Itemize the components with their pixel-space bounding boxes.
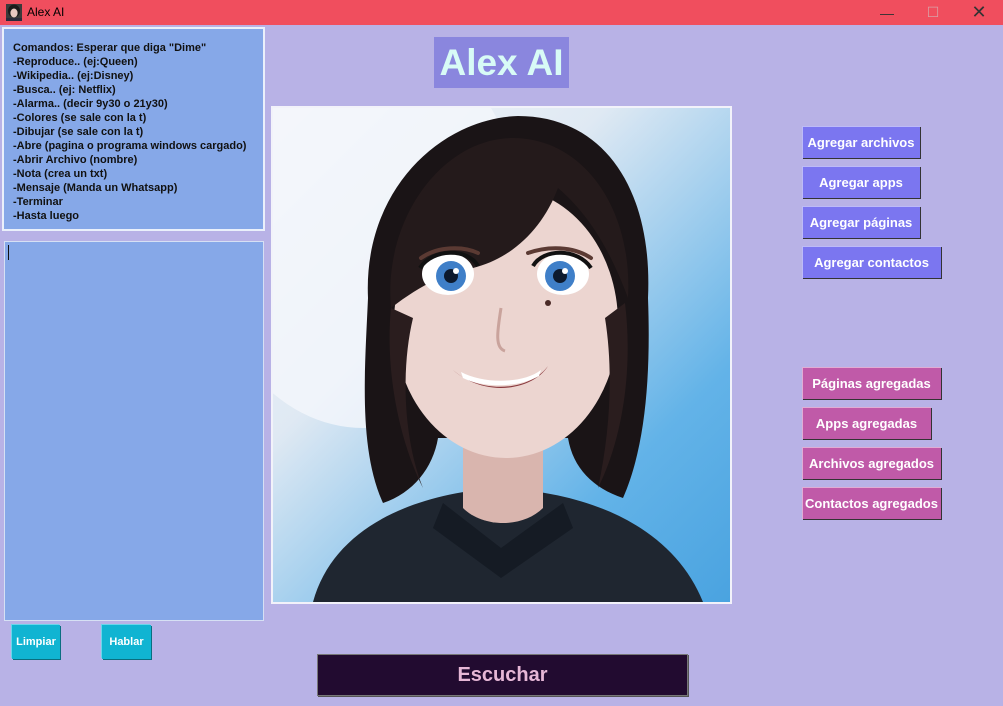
added-files-button[interactable]: Archivos agregados (802, 447, 941, 479)
commands-line: -Mensaje (Manda un Whatsapp) (13, 182, 178, 194)
commands-line: -Alarma.. (decir 9y30 o 21y30) (13, 98, 168, 110)
commands-line: -Terminar (13, 196, 63, 208)
commands-line: -Abre (pagina o programa windows cargado… (13, 140, 247, 152)
commands-panel: Comandos: Esperar que diga "Dime" -Repro… (2, 27, 265, 231)
commands-line: -Hasta luego (13, 210, 80, 222)
window-title: Alex AI (27, 5, 65, 19)
chat-text-area[interactable] (4, 241, 264, 621)
clear-button[interactable]: Limpiar (12, 625, 60, 659)
add-pages-button[interactable]: Agregar páginas (802, 206, 920, 238)
added-pages-button[interactable]: Páginas agregadas (802, 367, 941, 399)
commands-line: -Colores (se sale con la t) (13, 112, 147, 124)
avatar-illustration (273, 108, 703, 602)
minimize-button[interactable]: — (864, 0, 910, 25)
commands-line: -Abrir Archivo (nombre) (13, 154, 138, 166)
commands-line: -Wikipedia.. (ej:Disney) (13, 70, 134, 82)
added-apps-button[interactable]: Apps agregadas (802, 407, 931, 439)
text-caret (8, 245, 9, 260)
app-avatar-icon (6, 4, 22, 21)
maximize-button[interactable]: ☐ (910, 0, 956, 25)
commands-line: Comandos: Esperar que diga "Dime" (13, 42, 207, 54)
listen-button[interactable]: Escuchar (317, 654, 688, 696)
added-contacts-button[interactable]: Contactos agregados (802, 487, 941, 519)
commands-line: -Dibujar (se sale con la t) (13, 126, 144, 138)
add-contacts-button[interactable]: Agregar contactos (802, 246, 941, 278)
add-files-button[interactable]: Agregar archivos (802, 126, 920, 158)
close-button[interactable]: ✕ (956, 0, 1002, 25)
add-apps-button[interactable]: Agregar apps (802, 166, 920, 198)
commands-list: Comandos: Esperar que diga "Dime" -Repro… (4, 29, 263, 223)
window-titlebar: Alex AI — ☐ ✕ (0, 0, 1003, 25)
speak-button[interactable]: Hablar (102, 625, 151, 659)
commands-line: -Busca.. (ej: Netflix) (13, 84, 116, 96)
app-title: Alex AI (434, 37, 569, 88)
commands-line: -Nota (crea un txt) (13, 168, 108, 180)
commands-line: -Reproduce.. (ej:Queen) (13, 56, 138, 68)
assistant-avatar-image (271, 106, 732, 604)
